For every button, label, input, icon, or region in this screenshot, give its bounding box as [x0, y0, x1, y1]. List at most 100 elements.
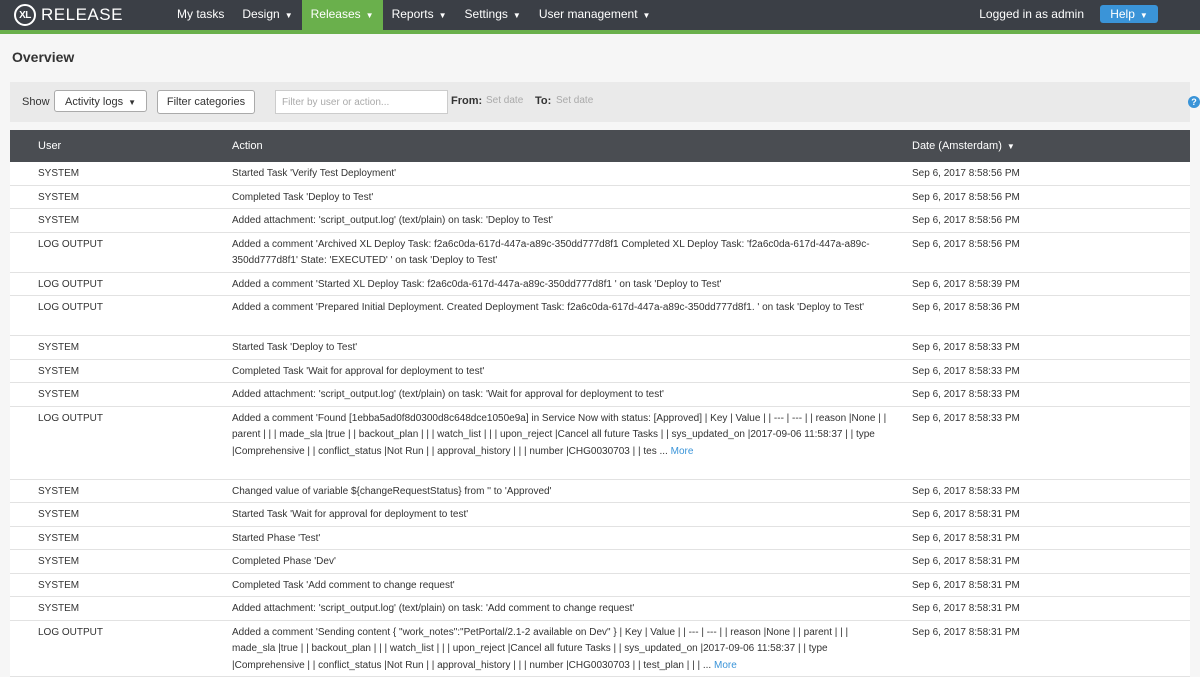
row-action: Started Task 'Wait for approval for depl… [232, 507, 887, 524]
row-action: Started Phase 'Test' [232, 531, 887, 548]
column-header-date[interactable]: Date (Amsterdam)▼ [912, 130, 1015, 163]
row-date: Sep 6, 2017 8:58:31 PM [912, 507, 1020, 524]
show-dropdown-value: Activity logs [65, 96, 123, 108]
logged-in-user: Logged in as admin [979, 0, 1084, 29]
filter-categories-button[interactable]: Filter categories [157, 90, 255, 114]
row-action: Completed Task 'Deploy to Test' [232, 190, 887, 207]
table-row: SYSTEM Started Task 'Deploy to Test' Sep 6… [10, 336, 1190, 360]
chevron-down-icon: ▼ [285, 11, 293, 20]
row-action: Completed Task 'Add comment to change re… [232, 578, 887, 595]
row-action: Added attachment: 'script_output.log' (t… [232, 213, 887, 230]
row-user: SYSTEM [38, 507, 79, 524]
filter-search-input[interactable] [275, 90, 448, 114]
sort-desc-icon: ▼ [1007, 142, 1015, 151]
row-user: LOG OUTPUT [38, 411, 103, 428]
table-row: SYSTEM Completed Task 'Wait for approval … [10, 360, 1190, 384]
row-action: Added a comment 'Sending content { "work… [232, 625, 887, 675]
row-action-text: Added a comment 'Started XL Deploy Task:… [232, 279, 721, 290]
table-row: SYSTEM Changed value of variable ${change… [10, 480, 1190, 504]
nav-item-user-management[interactable]: User management▼ [530, 0, 660, 30]
table-row: LOG OUTPUT Added a comment 'Sending conte… [10, 621, 1190, 677]
help-button[interactable]: Help▼ [1100, 5, 1158, 23]
table-row: SYSTEM Completed Phase 'Dev' Sep 6, 2017 8… [10, 550, 1190, 574]
from-label: From: [451, 95, 482, 107]
nav-item-releases[interactable]: Releases▼ [302, 0, 383, 34]
row-user: LOG OUTPUT [38, 625, 103, 642]
row-user: SYSTEM [38, 340, 79, 357]
more-link[interactable]: More [671, 446, 694, 457]
row-date: Sep 6, 2017 8:58:56 PM [912, 237, 1020, 254]
row-user: SYSTEM [38, 213, 79, 230]
row-action-text: Added attachment: 'script_output.log' (t… [232, 215, 553, 226]
row-action: Changed value of variable ${changeReques… [232, 484, 887, 501]
table-row: SYSTEMAdded attachment: 'script_output.l… [10, 383, 1190, 407]
row-action-text: Started Task 'Deploy to Test' [232, 342, 357, 353]
row-user: SYSTEM [38, 554, 79, 571]
nav-item-settings[interactable]: Settings▼ [456, 0, 530, 30]
row-user: SYSTEM [38, 166, 79, 183]
help-circle-icon[interactable]: ? [1188, 96, 1200, 108]
row-action-text: Added a comment 'Found [1ebba5ad0f8d0300… [232, 413, 886, 457]
xl-logo-icon: XL [14, 4, 36, 26]
nav-item-my-tasks[interactable]: My tasks [168, 0, 233, 30]
row-action: Started Task 'Deploy to Test' [232, 340, 887, 357]
nav-accent-bar [0, 30, 1200, 34]
row-date: Sep 6, 2017 8:58:33 PM [912, 387, 1020, 404]
table-row: LOG OUTPUT Added a comment 'Found [1ebba5… [10, 407, 1190, 480]
row-date: Sep 6, 2017 8:58:31 PM [912, 578, 1020, 595]
row-date: Sep 6, 2017 8:58:33 PM [912, 411, 1020, 428]
row-date: Sep 6, 2017 8:58:56 PM [912, 213, 1020, 230]
row-user: SYSTEM [38, 364, 79, 381]
row-action-text: Completed Task 'Add comment to change re… [232, 580, 455, 591]
row-action: Added a comment 'Found [1ebba5ad0f8d0300… [232, 411, 887, 461]
row-date: Sep 6, 2017 8:58:31 PM [912, 625, 1020, 642]
row-date: Sep 6, 2017 8:58:33 PM [912, 340, 1020, 357]
row-action-text: Completed Phase 'Dev' [232, 556, 336, 567]
row-action-text: Added attachment: 'script_output.log' (t… [232, 603, 634, 614]
table-row: SYSTEMCompleted Task 'Add comment to cha… [10, 574, 1190, 598]
row-user: SYSTEM [38, 484, 79, 501]
row-action-text: Added a comment 'Archived XL Deploy Task… [232, 239, 870, 267]
nav-item-design[interactable]: Design▼ [233, 0, 301, 30]
row-date: Sep 6, 2017 8:58:31 PM [912, 554, 1020, 571]
row-user: LOG OUTPUT [38, 300, 103, 317]
chevron-down-icon: ▼ [128, 98, 136, 107]
row-user: SYSTEM [38, 531, 79, 548]
more-link[interactable]: More [714, 660, 737, 671]
chevron-down-icon: ▼ [366, 11, 374, 20]
row-date: Sep 6, 2017 8:58:31 PM [912, 531, 1020, 548]
row-action: Added a comment 'Archived XL Deploy Task… [232, 237, 887, 270]
table-row: SYSTEM Added attachment: 'script_output.l… [10, 597, 1190, 621]
table-header: User Action Date (Amsterdam)▼ [10, 130, 1190, 162]
table-row: SYSTEM Started Task 'Wait for approval fo… [10, 503, 1190, 527]
row-user: LOG OUTPUT [38, 237, 103, 254]
show-dropdown[interactable]: Activity logs ▼ [54, 90, 147, 112]
row-date: Sep 6, 2017 8:58:33 PM [912, 364, 1020, 381]
row-action-text: Started Phase 'Test' [232, 533, 320, 544]
row-action: Added a comment 'Started XL Deploy Task:… [232, 277, 887, 294]
activity-log-table: User Action Date (Amsterdam)▼ SYSTEMStar… [10, 130, 1190, 677]
chevron-down-icon: ▼ [643, 11, 651, 20]
table-row: LOG OUTPUT Added a comment 'Archived XL D… [10, 233, 1190, 273]
row-date: Sep 6, 2017 8:58:39 PM [912, 277, 1020, 294]
row-action-text: Added a comment 'Prepared Initial Deploy… [232, 302, 864, 313]
column-header-user: User [38, 130, 61, 162]
app-logo[interactable]: XL RELEASE [14, 3, 123, 27]
nav-item-reports[interactable]: Reports▼ [383, 0, 456, 30]
row-action-text: Added a comment 'Sending content { "work… [232, 627, 848, 671]
row-user: LOG OUTPUT [38, 277, 103, 294]
to-label: To: [535, 95, 551, 107]
row-date: Sep 6, 2017 8:58:36 PM [912, 300, 1020, 317]
chevron-down-icon: ▼ [513, 11, 521, 20]
row-user: SYSTEM [38, 601, 79, 618]
row-action-text: Completed Task 'Wait for approval for de… [232, 366, 484, 377]
row-date: Sep 6, 2017 8:58:56 PM [912, 166, 1020, 183]
show-label: Show [22, 96, 50, 108]
row-action-text: Started Task 'Wait for approval for depl… [232, 509, 468, 520]
table-row: LOG OUTPUT Added a comment 'Started XL De… [10, 273, 1190, 297]
row-date: Sep 6, 2017 8:58:56 PM [912, 190, 1020, 207]
table-body: SYSTEMStarted Task 'Verify Test Deployme… [10, 162, 1190, 677]
from-date-picker[interactable]: Set date [486, 95, 523, 106]
to-date-picker[interactable]: Set date [556, 95, 593, 106]
row-action: Completed Phase 'Dev' [232, 554, 887, 571]
